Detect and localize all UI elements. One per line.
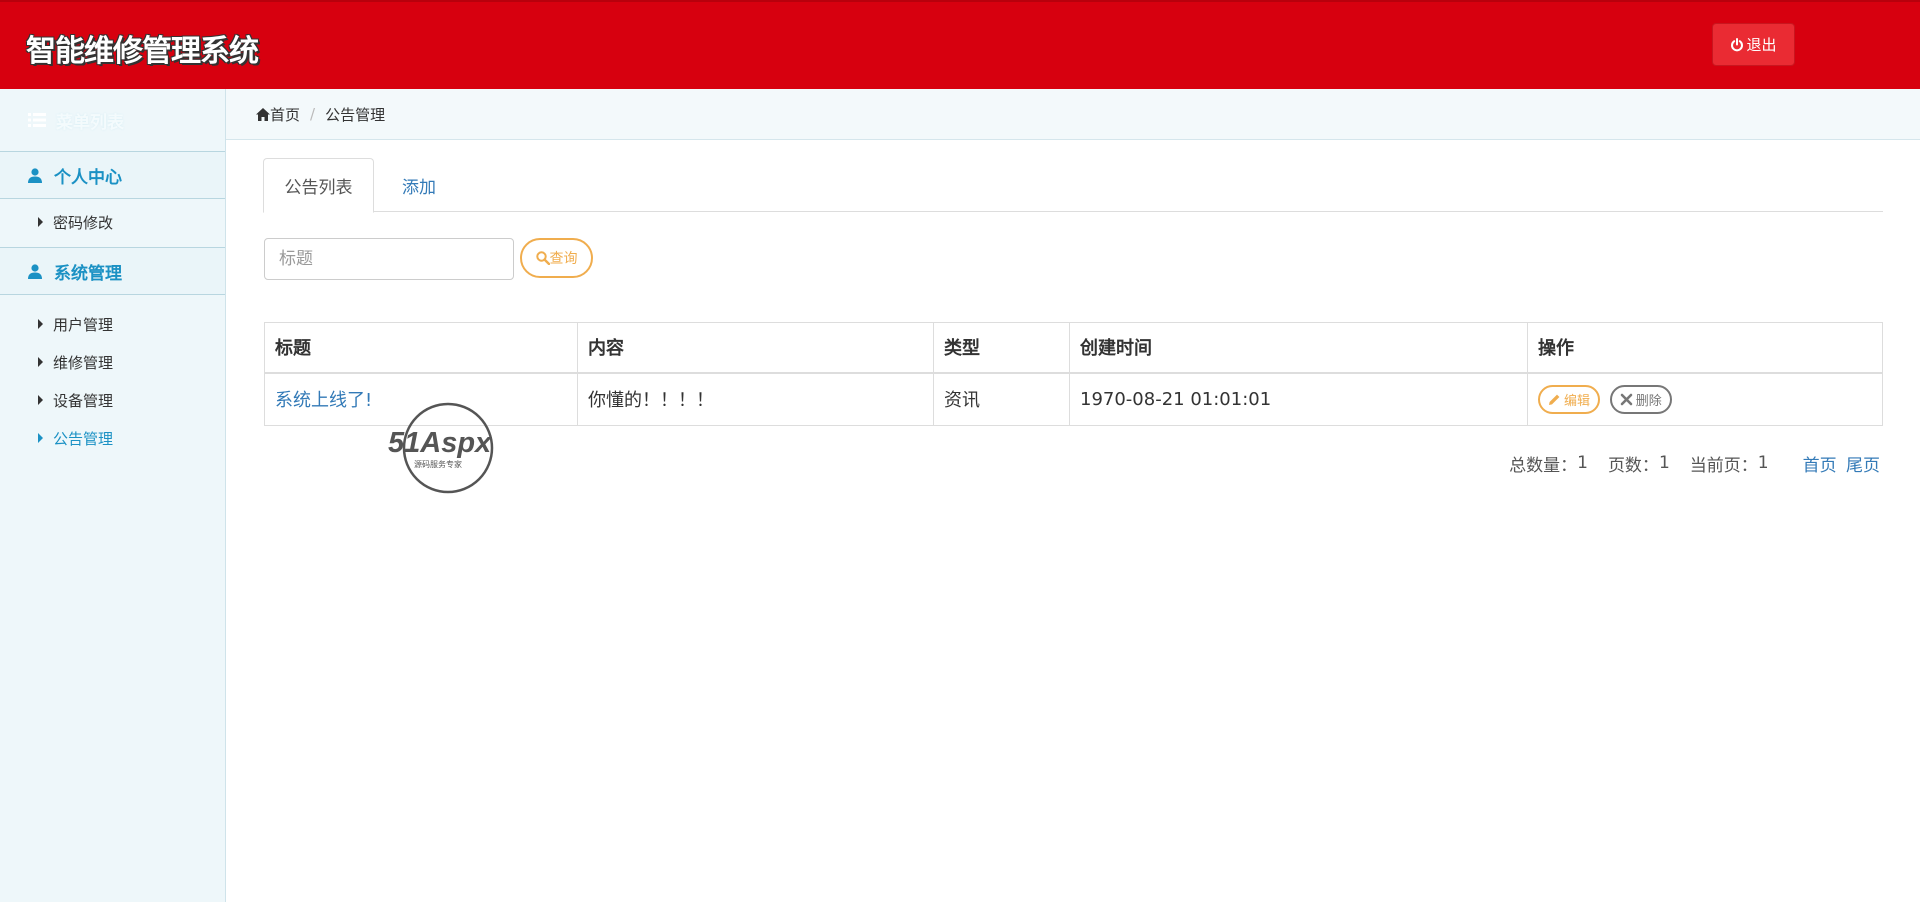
close-circle-icon (1620, 393, 1633, 406)
sidebar-item-label: 设备管理 (53, 391, 114, 410)
column-header-created: 创建时间 (1069, 322, 1528, 374)
watermark-tagline: 源码服务专家 (414, 459, 462, 469)
breadcrumb-home[interactable]: 首页 (256, 104, 300, 125)
breadcrumb-separator: / (310, 105, 316, 123)
sidebar-item-repairs[interactable]: 维修管理 (0, 343, 225, 381)
sidebar-section-system[interactable]: 系统管理 (0, 247, 225, 295)
caret-right-icon (38, 357, 43, 367)
pager-total-value: 1 (1577, 453, 1588, 473)
sidebar-menu-header: 菜单列表 (0, 89, 225, 151)
caret-right-icon (38, 433, 43, 443)
cell-actions: 编辑 删除 (1527, 372, 1883, 426)
sidebar-subgroup-personal: 密码修改 (0, 199, 225, 247)
watermark-brand: 51Aspx (388, 427, 493, 459)
logout-button[interactable]: 退出 (1712, 23, 1795, 66)
breadcrumb-home-label: 首页 (270, 105, 301, 124)
pager-last-link[interactable]: 尾页 (1846, 456, 1880, 476)
announcement-title-link[interactable]: 系统上线了! (275, 390, 372, 411)
edit-button[interactable]: 编辑 (1538, 384, 1601, 414)
pager-pages-value: 1 (1658, 453, 1670, 473)
sidebar-menu-title: 菜单列表 (56, 112, 124, 133)
pager-current-value: 1 (1757, 453, 1769, 473)
pager-pages-label: 页数： (1607, 455, 1659, 476)
cell-type: 资讯 (933, 372, 1070, 426)
sidebar-item-label: 用户管理 (53, 315, 114, 334)
delete-button[interactable]: 删除 (1609, 384, 1672, 414)
title-search-input[interactable] (264, 238, 514, 280)
caret-right-icon (38, 217, 43, 227)
sidebar-item-label: 公告管理 (53, 429, 114, 448)
pagination: 总数量： 1 页数： 1 当前页： 1 首页 尾页 (1490, 452, 1880, 476)
delete-button-label: 删除 (1635, 393, 1662, 409)
sidebar-item-devices[interactable]: 设备管理 (0, 381, 225, 419)
pager-current-label: 当前页： (1689, 455, 1758, 476)
search-icon (535, 251, 550, 265)
caret-right-icon (38, 319, 43, 329)
cell-created: 1970-08-21 01:01:01 (1069, 372, 1528, 426)
column-header-title: 标题 (264, 322, 578, 374)
breadcrumb-current: 公告管理 (325, 105, 386, 124)
search-button-label: 查询 (549, 251, 578, 267)
sidebar-section-label: 系统管理 (54, 263, 122, 284)
user-icon (28, 263, 42, 279)
pager-first-link[interactable]: 首页 (1803, 456, 1837, 476)
home-icon (256, 107, 270, 121)
sidebar-section-personal[interactable]: 个人中心 (0, 151, 225, 199)
sidebar-item-announcements[interactable]: 公告管理 (0, 419, 225, 457)
sidebar-section-label: 个人中心 (54, 167, 122, 188)
watermark-logo: 51Aspx 源码服务专家 (388, 402, 494, 494)
column-header-content: 内容 (577, 322, 934, 374)
tab-bar: 公告列表 添加 (263, 158, 1883, 213)
tab-announcement-list[interactable]: 公告列表 (263, 158, 374, 213)
pager-total-label: 总数量： (1509, 455, 1578, 476)
caret-right-icon (38, 395, 43, 405)
tab-add[interactable]: 添加 (374, 158, 464, 212)
sidebar-subgroup-system: 用户管理 维修管理 设备管理 公告管理 (0, 295, 225, 463)
power-icon (1731, 37, 1744, 51)
cell-content: 你懂的！！！！ (577, 372, 934, 426)
pencil-icon (1549, 394, 1560, 405)
breadcrumb: 首页 / 公告管理 (226, 89, 1920, 140)
sidebar: 菜单列表 个人中心 密码修改 系统管理 用户管理 维修管理 设备管理 公告管理 (0, 89, 226, 902)
edit-button-label: 编辑 (1564, 393, 1591, 409)
app-title: 智能维修管理系统 (26, 34, 259, 69)
app-header: 智能维修管理系统 退出 (0, 0, 1920, 89)
sidebar-item-password[interactable]: 密码修改 (0, 203, 225, 241)
column-header-actions: 操作 (1527, 322, 1883, 374)
sidebar-item-label: 密码修改 (53, 213, 114, 232)
column-header-type: 类型 (933, 322, 1070, 374)
sidebar-item-label: 维修管理 (53, 353, 114, 372)
search-button[interactable]: 查询 (520, 238, 593, 278)
sidebar-item-users[interactable]: 用户管理 (0, 305, 225, 343)
table-header-row: 标题 内容 类型 创建时间 操作 (264, 322, 1883, 374)
user-icon (28, 167, 42, 183)
list-icon (28, 113, 46, 127)
logout-label: 退出 (1746, 36, 1777, 54)
